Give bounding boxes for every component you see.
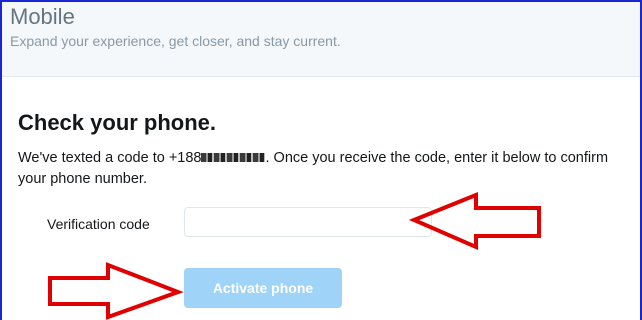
- verification-code-label: Verification code: [47, 216, 150, 232]
- mobile-header: Mobile Expand your experience, get close…: [2, 2, 640, 77]
- page-title: Mobile: [10, 4, 75, 29]
- verify-heading: Check your phone.: [18, 110, 217, 135]
- redacted-phone-number: [201, 153, 266, 162]
- page-subtitle: Expand your experience, get closer, and …: [10, 33, 341, 49]
- verification-code-input[interactable]: [184, 207, 432, 237]
- verification-message: We've texted a code to +188. Once you re…: [18, 148, 633, 190]
- message-before: We've texted a code to +188: [18, 150, 202, 166]
- right-arrow-annotation: [48, 262, 184, 320]
- activate-phone-button[interactable]: Activate phone: [184, 268, 342, 308]
- left-arrow-annotation: [408, 192, 541, 251]
